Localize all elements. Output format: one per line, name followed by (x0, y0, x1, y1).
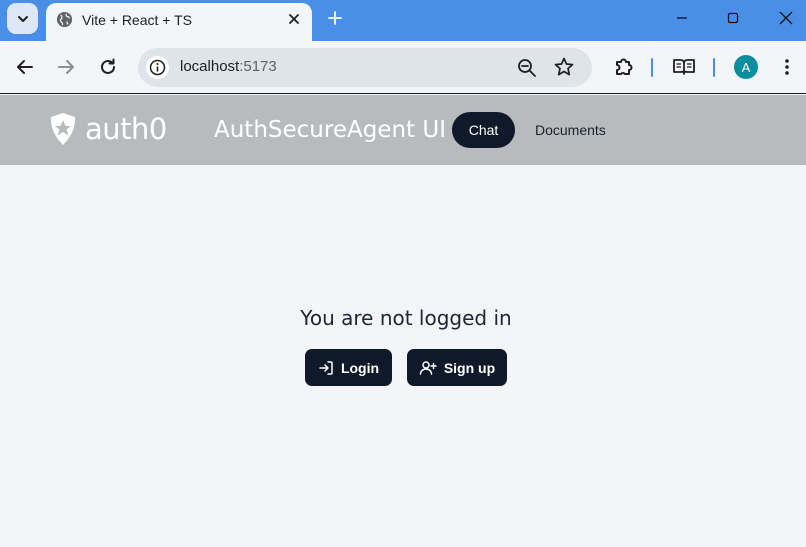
window-close-button[interactable] (759, 0, 806, 36)
bookmark-star-icon[interactable] (553, 56, 575, 78)
reload-icon (101, 58, 115, 74)
minimize-button[interactable] (655, 0, 708, 36)
minimize-icon (676, 17, 687, 19)
site-info-button[interactable] (146, 56, 169, 79)
auth0-logo[interactable]: auth0 (49, 112, 169, 146)
url-port: :5173 (239, 58, 277, 75)
nav-chat[interactable]: Chat (452, 112, 515, 148)
new-tab-button[interactable] (323, 6, 347, 30)
book-icon (673, 59, 695, 75)
arrow-right-icon (58, 60, 74, 74)
app-title: AuthSecureAgent UI (214, 117, 446, 143)
plus-icon (328, 11, 342, 25)
chevron-down-icon (17, 15, 28, 22)
logo-text: auth0 (85, 112, 167, 146)
browser-menu-button[interactable] (775, 55, 799, 79)
url-host: localhost (180, 58, 240, 75)
maximize-icon (727, 12, 738, 24)
toolbar-separator (651, 58, 653, 77)
browser-tabstrip: Vite + React + TS (0, 0, 806, 41)
login-label: Login (340, 359, 380, 376)
globe-icon (56, 11, 73, 28)
back-button[interactable] (13, 55, 37, 79)
browser-tab[interactable]: Vite + React + TS (46, 3, 312, 41)
login-button[interactable]: Login (305, 349, 392, 386)
reading-mode-button[interactable] (672, 55, 696, 79)
tab-search-button[interactable] (7, 3, 38, 34)
close-icon (289, 14, 299, 24)
profile-avatar[interactable]: A (734, 55, 758, 79)
tab-close-button[interactable] (284, 9, 304, 29)
info-icon (149, 59, 166, 76)
url-text[interactable]: localhost:5173 (180, 58, 277, 75)
app-header: auth0 AuthSecureAgent UI Chat Documents (0, 95, 806, 165)
tab-title: Vite + React + TS (82, 12, 192, 28)
reload-button[interactable] (96, 55, 120, 79)
main-content: You are not logged in Login Sign up (0, 165, 806, 547)
user-plus-icon (419, 360, 437, 375)
maximize-button[interactable] (706, 0, 759, 36)
address-bar[interactable]: localhost:5173 (138, 48, 592, 87)
shield-icon (50, 113, 76, 145)
more-vertical-icon (785, 59, 789, 75)
close-icon (779, 11, 792, 25)
puzzle-icon (616, 58, 633, 75)
extensions-button[interactable] (612, 55, 636, 79)
not-logged-in-message: You are not logged in (300, 306, 512, 330)
arrow-left-icon (17, 60, 33, 74)
signup-button[interactable]: Sign up (407, 349, 507, 386)
zoom-out-icon[interactable] (516, 57, 538, 79)
signup-label: Sign up (443, 359, 496, 376)
browser-toolbar: localhost:5173 A (0, 41, 806, 94)
toolbar-separator (713, 58, 715, 77)
login-icon (319, 360, 333, 375)
forward-button[interactable] (54, 55, 78, 79)
nav-documents[interactable]: Documents (535, 122, 606, 138)
